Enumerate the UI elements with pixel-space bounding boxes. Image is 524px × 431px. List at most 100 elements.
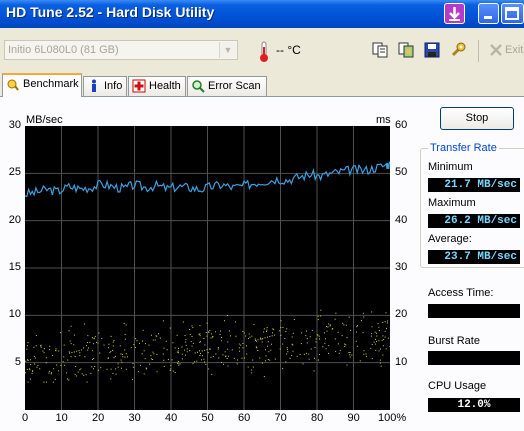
- minimum-label: Minimum: [428, 161, 473, 173]
- tab-info[interactable]: Info: [83, 76, 127, 96]
- access-time-point: [344, 343, 346, 345]
- access-time-point: [259, 357, 261, 359]
- access-time-point: [29, 378, 31, 380]
- access-time-point: [305, 352, 307, 354]
- access-time-point: [107, 357, 109, 359]
- options-icon[interactable]: [450, 42, 466, 58]
- access-time-point: [318, 353, 320, 355]
- access-time-point: [251, 335, 253, 337]
- tab-error-scan-label: Error Scan: [208, 80, 261, 92]
- access-time-point: [125, 368, 127, 370]
- access-time-point: [212, 356, 214, 358]
- access-time-point: [32, 370, 34, 372]
- tab-error-scan[interactable]: Error Scan: [187, 76, 267, 96]
- access-time-point: [177, 352, 179, 354]
- access-time-point: [255, 346, 257, 348]
- access-time-point: [185, 344, 187, 346]
- access-time-point: [67, 359, 69, 361]
- access-time-point: [194, 352, 196, 354]
- access-time-point: [385, 348, 387, 350]
- access-time-point: [162, 353, 164, 355]
- access-time-point: [218, 357, 220, 359]
- access-time-point: [349, 354, 351, 356]
- stop-button[interactable]: Stop: [440, 107, 514, 130]
- access-time-point: [255, 340, 257, 342]
- access-time-point: [259, 338, 261, 340]
- x-tick: 90: [347, 412, 360, 424]
- access-time-point: [197, 351, 199, 353]
- chevron-down-icon[interactable]: ▼: [219, 42, 236, 58]
- y-tick-left: 20: [8, 213, 21, 226]
- access-time-point: [120, 367, 122, 369]
- tab-health[interactable]: Health: [128, 76, 186, 96]
- access-time-point: [69, 352, 71, 354]
- access-time-point: [382, 354, 384, 356]
- access-time-point: [186, 351, 188, 353]
- maximize-icon: [505, 7, 519, 20]
- access-time-point: [146, 368, 148, 370]
- access-time-point: [362, 332, 364, 334]
- exit-label[interactable]: Exit: [505, 44, 523, 56]
- access-time-point: [93, 343, 95, 345]
- access-time-point: [82, 347, 84, 349]
- copy-screenshot-icon[interactable]: [398, 42, 414, 58]
- access-time-point: [233, 357, 235, 359]
- access-time-point: [107, 347, 109, 349]
- access-time-point: [309, 336, 311, 338]
- access-time-point: [73, 334, 75, 336]
- minimize-button[interactable]: [478, 3, 499, 24]
- access-time-point: [73, 344, 75, 346]
- access-time-point: [60, 364, 62, 366]
- access-time-point: [385, 312, 387, 314]
- access-time-point: [110, 350, 112, 352]
- access-time-point: [267, 359, 269, 361]
- access-time-point: [163, 347, 165, 349]
- access-time-point: [274, 334, 276, 336]
- access-time-point: [27, 381, 29, 383]
- access-time-point: [148, 344, 150, 346]
- access-time-point: [50, 373, 52, 375]
- access-time-point: [348, 316, 350, 318]
- x-tick: 100%: [378, 412, 407, 424]
- exit-icon[interactable]: [488, 42, 504, 58]
- access-time-point: [199, 341, 201, 343]
- access-time-point: [261, 338, 263, 340]
- access-time-point: [178, 364, 180, 366]
- access-time-point: [243, 332, 245, 334]
- access-time-point: [345, 324, 347, 326]
- access-time-point: [48, 372, 50, 374]
- access-time-point: [204, 349, 206, 351]
- access-time-point: [125, 324, 127, 326]
- access-time-point: [52, 381, 54, 383]
- access-time-point: [192, 327, 194, 329]
- access-time-point: [103, 344, 105, 346]
- copy-icon[interactable]: [372, 42, 388, 58]
- access-time-point: [134, 346, 136, 348]
- access-time-point: [374, 331, 376, 333]
- y-axis-right-label: ms: [376, 114, 391, 126]
- access-time-point: [328, 345, 330, 347]
- chart-svg: [24, 126, 391, 410]
- save-icon[interactable]: [424, 42, 440, 58]
- access-time-point: [94, 335, 96, 337]
- access-time-point: [286, 353, 288, 355]
- access-time-point: [132, 366, 134, 368]
- access-time-point: [348, 351, 350, 353]
- save-results-button[interactable]: [444, 3, 465, 24]
- tab-benchmark[interactable]: Benchmark: [2, 73, 82, 97]
- access-time-point: [186, 348, 188, 350]
- access-time-point: [389, 345, 391, 347]
- access-time-point: [177, 350, 179, 352]
- access-time-point: [264, 337, 266, 339]
- access-time-point: [220, 330, 222, 332]
- access-time-point: [68, 379, 70, 381]
- access-time-point: [306, 338, 308, 340]
- access-time-point: [63, 356, 65, 358]
- access-time-point: [227, 365, 229, 367]
- access-time-point: [199, 352, 201, 354]
- access-time-point: [279, 348, 281, 350]
- maximize-button[interactable]: [501, 3, 524, 24]
- access-time-point: [109, 352, 111, 354]
- access-time-point: [200, 359, 202, 361]
- drive-select[interactable]: Initio 6L080L0 (81 GB) ▼: [4, 40, 238, 60]
